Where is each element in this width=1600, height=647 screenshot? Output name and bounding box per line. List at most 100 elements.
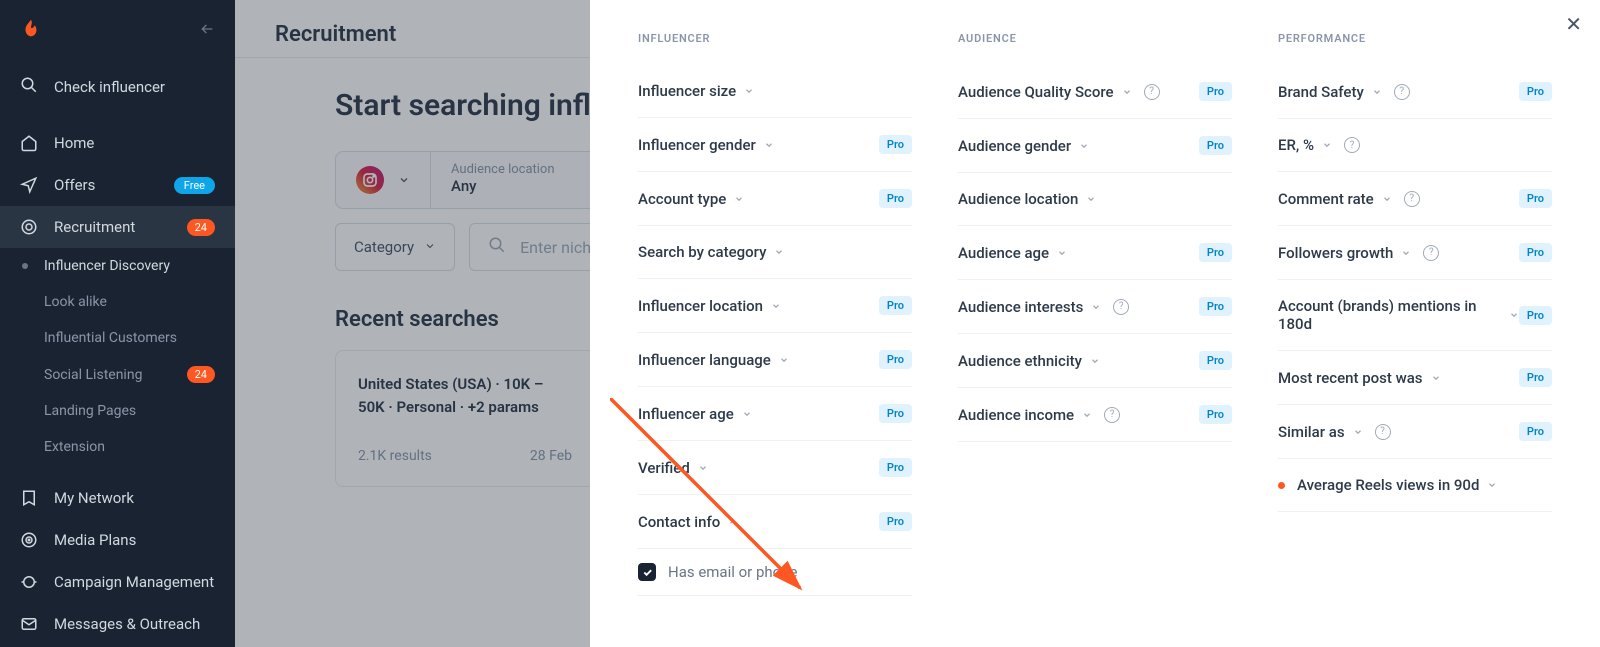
column-heading: PERFORMANCE (1278, 32, 1552, 45)
chevron-down-icon (1079, 141, 1089, 151)
filter-audience-location[interactable]: Audience location (958, 173, 1232, 226)
sidebar-sub-influential-customers[interactable]: Influential Customers (0, 320, 235, 356)
free-badge: Free (174, 177, 215, 194)
sidebar-sub-label: Influential Customers (44, 330, 177, 346)
sidebar-sub-extension[interactable]: Extension (0, 429, 235, 465)
checkbox-checked[interactable] (638, 563, 656, 581)
filter-search-by-category[interactable]: Search by category (638, 226, 912, 279)
filter-label: Audience Quality Score (958, 83, 1114, 101)
info-icon[interactable]: ? (1104, 407, 1120, 423)
filter-comment-rate[interactable]: Comment rate?Pro (1278, 172, 1552, 226)
filter-label: ER, % (1278, 136, 1314, 154)
filter-contact-info[interactable]: Contact infoPro (638, 495, 912, 549)
nav-icon (20, 218, 38, 236)
sidebar-item-campaign-management[interactable]: Campaign Management (0, 561, 235, 603)
sidebar-sub-look-alike[interactable]: Look alike (0, 284, 235, 320)
info-icon[interactable]: ? (1344, 137, 1360, 153)
info-icon[interactable]: ? (1144, 84, 1160, 100)
pro-badge: Pro (879, 458, 912, 477)
chevron-down-icon (779, 355, 789, 365)
filter-label: Audience age (958, 244, 1049, 262)
collapse-sidebar-icon[interactable] (199, 21, 215, 41)
new-indicator-dot (1278, 482, 1285, 489)
pro-badge: Pro (1519, 368, 1552, 387)
chevron-down-icon (698, 463, 708, 473)
filter-average-reels-views-in-d[interactable]: Average Reels views in 90d (1278, 459, 1552, 512)
filter-audience-interests[interactable]: Audience interests?Pro (958, 280, 1232, 334)
filter-influencer-gender[interactable]: Influencer genderPro (638, 118, 912, 172)
check-influencer-search[interactable]: Check influencer (0, 62, 235, 112)
pro-badge: Pro (1519, 243, 1552, 262)
filter-option-has-contact[interactable]: Has email or phone (638, 549, 912, 596)
sidebar-item-my-network[interactable]: My Network (0, 477, 235, 519)
pro-badge: Pro (1519, 189, 1552, 208)
sidebar-item-offers[interactable]: Offers Free (0, 164, 235, 206)
platform-selector[interactable] (335, 151, 431, 209)
chevron-down-icon (771, 301, 781, 311)
filter-influencer-location[interactable]: Influencer locationPro (638, 279, 912, 333)
info-icon[interactable]: ? (1375, 424, 1391, 440)
sidebar-item-label: Offers (54, 176, 95, 194)
sidebar-sub-label: Social Listening (44, 367, 142, 383)
filter-label: Similar as (1278, 423, 1345, 441)
info-icon[interactable]: ? (1394, 84, 1410, 100)
filter-brand-safety[interactable]: Brand Safety? Pro (1278, 65, 1552, 119)
sidebar-item-media-plans[interactable]: Media Plans (0, 519, 235, 561)
search-icon (20, 76, 38, 98)
sidebar-sub-landing-pages[interactable]: Landing Pages (0, 393, 235, 429)
filter-most-recent-post-was[interactable]: Most recent post wasPro (1278, 351, 1552, 405)
close-icon[interactable]: ✕ (1565, 12, 1582, 36)
recent-search-card[interactable]: United States (USA) · 10K – 50K · Person… (335, 350, 595, 487)
filter-influencer-age[interactable]: Influencer agePro (638, 387, 912, 441)
chevron-down-icon (764, 140, 774, 150)
sidebar-item-messages-outreach[interactable]: Messages & Outreach (0, 603, 235, 645)
nav-icon (20, 176, 38, 194)
filter-audience-income[interactable]: Audience income?Pro (958, 388, 1232, 442)
filter-option-label: Has email or phone (668, 563, 797, 581)
filter-account-type[interactable]: Account typePro (638, 172, 912, 226)
filter-audience-ethnicity[interactable]: Audience ethnicityPro (958, 334, 1232, 388)
sidebar-sub-social-listening[interactable]: Social Listening 24 (0, 356, 235, 393)
filter-column-audience: AUDIENCEAudience Quality Score?ProAudien… (950, 32, 1240, 647)
pro-badge: Pro (1199, 136, 1232, 155)
filter-label: Influencer size (638, 82, 736, 100)
filter-label: Audience gender (958, 137, 1071, 155)
filter-er-[interactable]: ER, %? (1278, 119, 1552, 172)
info-icon[interactable]: ? (1113, 299, 1129, 315)
sidebar-item-home[interactable]: Home (0, 122, 235, 164)
filter-audience-gender[interactable]: Audience gender Pro (958, 119, 1232, 173)
chevron-down-icon (1057, 248, 1067, 258)
pro-badge: Pro (1519, 422, 1552, 441)
pro-badge: Pro (1199, 405, 1232, 424)
filter-label: Audience ethnicity (958, 352, 1082, 370)
filter-label: Search by category (638, 243, 766, 261)
recent-results-count: 2.1K results (358, 448, 432, 464)
filter-influencer-size[interactable]: Influencer size (638, 65, 912, 118)
nav-icon (20, 134, 38, 152)
chevron-down-icon (1431, 373, 1441, 383)
chevron-down-icon (734, 194, 744, 204)
filter-label: Influencer language (638, 351, 771, 369)
nav-icon (20, 489, 38, 507)
pro-badge: Pro (1199, 243, 1232, 262)
pro-badge: Pro (1199, 297, 1232, 316)
info-icon[interactable]: ? (1423, 245, 1439, 261)
sidebar-sub-label: Extension (44, 439, 105, 455)
filter-account-brands-mentions-in-d[interactable]: Account (brands) mentions in 180dPro (1278, 280, 1552, 351)
chevron-down-icon (744, 86, 754, 96)
filter-label: Audience location (958, 190, 1078, 208)
sidebar-sub-influencer-discovery[interactable]: Influencer Discovery (0, 248, 235, 284)
category-dropdown[interactable]: Category (335, 223, 455, 271)
count-badge: 24 (187, 366, 215, 383)
chevron-down-icon (1122, 87, 1132, 97)
filter-influencer-language[interactable]: Influencer languagePro (638, 333, 912, 387)
filter-audience-age[interactable]: Audience age Pro (958, 226, 1232, 280)
filter-verified[interactable]: VerifiedPro (638, 441, 912, 495)
filter-followers-growth[interactable]: Followers growth?Pro (1278, 226, 1552, 280)
filter-label: Brand Safety (1278, 83, 1364, 101)
info-icon[interactable]: ? (1404, 191, 1420, 207)
sidebar-item-recruitment[interactable]: Recruitment24 (0, 206, 235, 248)
filter-audience-quality-score[interactable]: Audience Quality Score?Pro (958, 65, 1232, 119)
pro-badge: Pro (1519, 82, 1552, 101)
filter-similar-as[interactable]: Similar as? Pro (1278, 405, 1552, 459)
